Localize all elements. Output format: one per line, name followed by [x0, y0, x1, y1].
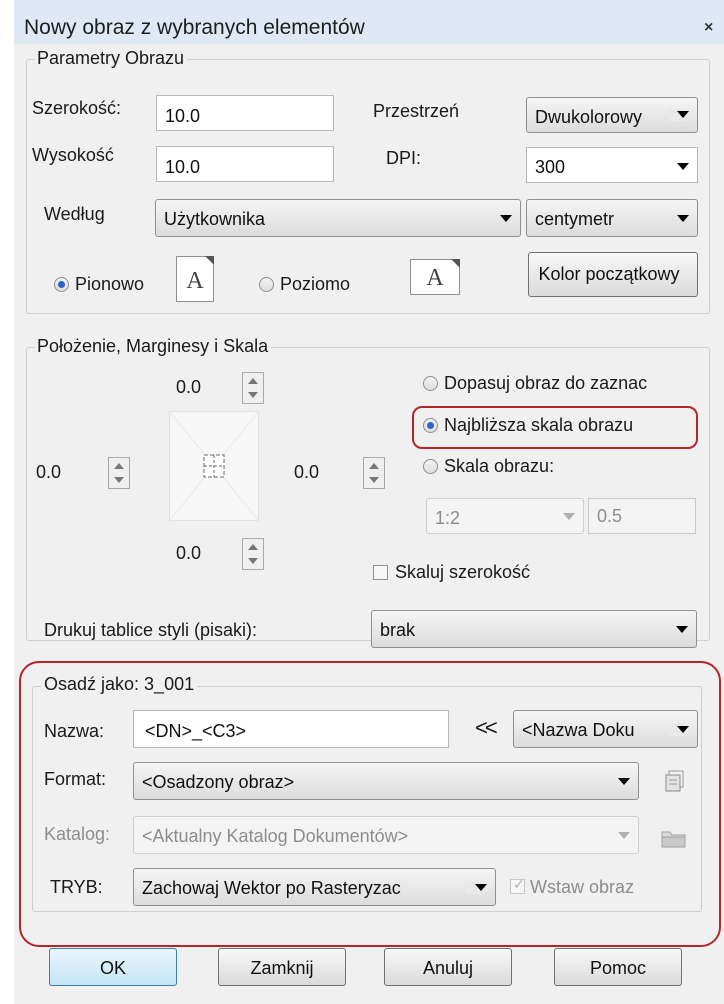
scale-width-checkbox[interactable]: [373, 565, 388, 580]
catalog-label: Katalog:: [44, 824, 111, 844]
dpi-select-value: 300: [535, 157, 566, 177]
close-button[interactable]: Zamknij: [218, 948, 346, 986]
chevron-down-icon: [677, 111, 689, 118]
mode-value: Zachowaj Wektor po Rasteryzac: [142, 878, 401, 898]
nearest-scale-radio[interactable]: [423, 418, 438, 433]
height-label: Wysokość: [32, 145, 114, 165]
chevron-down-icon: [676, 626, 688, 633]
right-margin-value[interactable]: 0.0: [294, 462, 319, 483]
by-select-value: Użytkownika: [164, 209, 266, 229]
folder-icon[interactable]: [661, 828, 687, 848]
spin-up-icon[interactable]: [114, 463, 124, 469]
unit-select-value: centymetr: [535, 209, 615, 229]
chevron-down-icon: [563, 513, 575, 520]
catalog-select[interactable]: <Aktualny Katalog Dokumentów>: [133, 816, 639, 854]
nearest-scale-label[interactable]: Najbliższa skala obrazu: [444, 415, 633, 436]
width-input[interactable]: 10.0: [156, 95, 334, 131]
portrait-label[interactable]: Pionowo: [75, 274, 144, 295]
top-margin-spinner[interactable]: [242, 372, 264, 404]
spin-down-icon[interactable]: [369, 477, 379, 483]
chevron-down-icon: [677, 163, 689, 170]
position-legend: Położenie, Marginesy i Skala: [34, 336, 272, 357]
left-margin-value[interactable]: 0.0: [36, 462, 61, 483]
landscape-page-icon: A: [410, 259, 460, 295]
help-button[interactable]: Pomoc: [554, 948, 682, 986]
bottom-margin-spinner[interactable]: [242, 538, 264, 570]
style-table-label: Drukuj tablice styli (pisaki):: [44, 620, 258, 640]
spin-down-icon[interactable]: [114, 477, 124, 483]
checkmark-icon: ✓: [513, 876, 525, 892]
landscape-radio[interactable]: [259, 277, 274, 292]
mode-label: TRYB:: [50, 877, 103, 897]
space-select-value: Dwukolorowy: [535, 107, 643, 127]
embed-legend: Osadź jako: 3_001: [41, 674, 198, 695]
spin-down-icon[interactable]: [248, 558, 258, 564]
chevron-down-icon: [500, 215, 512, 222]
spin-down-icon[interactable]: [248, 392, 258, 398]
space-select[interactable]: Dwukolorowy: [526, 97, 698, 133]
spin-up-icon[interactable]: [248, 544, 258, 550]
chevron-down-icon: [475, 884, 487, 891]
style-table-value: brak: [380, 620, 416, 640]
by-select[interactable]: Użytkownika: [155, 199, 521, 237]
fit-selection-radio[interactable]: [423, 376, 438, 391]
by-label: Według: [44, 204, 105, 224]
image-params-legend: Parametry Obrazu: [34, 48, 188, 69]
portrait-page-icon: A: [176, 256, 214, 302]
insert-image-label[interactable]: Wstaw obraz: [530, 877, 634, 898]
dialog-window: Nowy obraz z wybranych elementów × Param…: [14, 0, 724, 1004]
initial-color-button[interactable]: Kolor początkowy: [528, 252, 698, 297]
chevron-down-icon: [618, 832, 630, 839]
chevron-down-icon: [677, 726, 689, 733]
format-value: <Osadzony obraz>: [142, 772, 295, 792]
name-label: Nazwa:: [44, 721, 105, 741]
portrait-radio[interactable]: [54, 277, 69, 292]
right-margin-spinner[interactable]: [363, 457, 385, 489]
spin-up-icon[interactable]: [248, 378, 258, 384]
left-margin-spinner[interactable]: [108, 457, 130, 489]
window-title: Nowy obraz z wybranych elementów: [24, 16, 365, 39]
format-label: Format:: [44, 769, 107, 789]
margin-preview-icon: [169, 411, 259, 521]
chevron-down-icon: [677, 215, 689, 222]
scale-ratio-select[interactable]: 1:2: [426, 498, 584, 534]
space-label: Przestrzeń: [373, 101, 460, 121]
image-scale-label[interactable]: Skala obrazu:: [444, 456, 554, 477]
name-token-select[interactable]: <Nazwa Doku: [513, 710, 698, 748]
landscape-label[interactable]: Poziomo: [280, 274, 350, 295]
format-select[interactable]: <Osadzony obraz>: [133, 762, 639, 800]
format-options-icon[interactable]: [664, 770, 686, 792]
close-icon[interactable]: ×: [704, 19, 713, 37]
scale-width-label[interactable]: Skaluj szerokość: [395, 562, 530, 583]
unit-select[interactable]: centymetr: [526, 199, 698, 237]
title-bar[interactable]: Nowy obraz z wybranych elementów ×: [14, 0, 724, 44]
dpi-label: DPI:: [386, 148, 422, 168]
bottom-margin-value[interactable]: 0.0: [176, 543, 201, 564]
name-input[interactable]: <DN>_<C3>: [133, 710, 449, 748]
name-token-value: <Nazwa Doku: [522, 720, 635, 740]
ok-button[interactable]: OK: [49, 948, 177, 986]
scale-value-input[interactable]: 0.5: [588, 498, 696, 534]
top-margin-value[interactable]: 0.0: [176, 377, 201, 398]
image-scale-radio[interactable]: [423, 459, 438, 474]
catalog-value: <Aktualny Katalog Dokumentów>: [142, 826, 409, 846]
insert-image-checkbox[interactable]: ✓: [510, 876, 525, 894]
dpi-select[interactable]: 300: [526, 147, 698, 183]
chevron-down-icon: [618, 778, 630, 785]
insert-name-button[interactable]: <<: [475, 715, 498, 741]
width-label: Szerokość:: [32, 98, 122, 118]
fit-selection-label[interactable]: Dopasuj obraz do zaznac: [444, 373, 647, 394]
style-table-select[interactable]: brak: [371, 610, 697, 648]
height-input[interactable]: 10.0: [156, 146, 334, 182]
spin-up-icon[interactable]: [369, 463, 379, 469]
scale-ratio-value: 1:2: [435, 508, 461, 528]
mode-select[interactable]: Zachowaj Wektor po Rasteryzac: [133, 868, 496, 906]
cancel-button[interactable]: Anuluj: [384, 948, 512, 986]
